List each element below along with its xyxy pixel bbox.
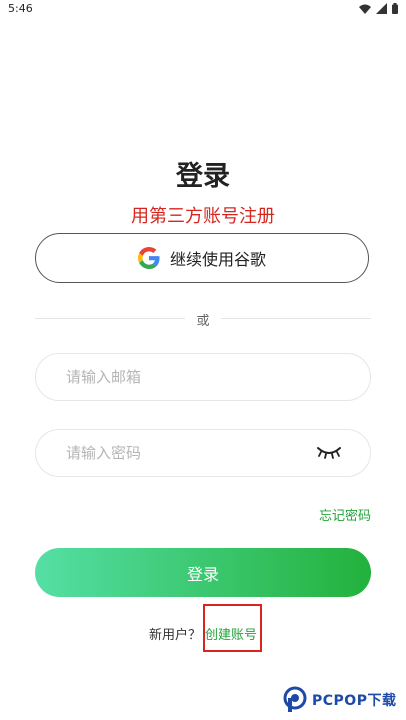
new-user-text: 新用户？ [148,628,201,643]
third-party-signup-annotation: 用第三方账号注册 [131,206,275,227]
status-icons [359,3,398,14]
password-field-container [35,429,371,477]
or-divider: 或 [35,309,371,329]
signal-icon [376,3,387,14]
login-button-label: 登录 [186,564,219,584]
watermark-text: PCPOP下载 [312,693,397,709]
status-bar: 5:46 [0,0,406,18]
email-field-container [35,353,371,401]
password-input[interactable] [66,430,306,476]
google-button-label: 继续使用谷歌 [169,250,266,269]
login-button[interactable]: 登录 [35,548,371,597]
email-input[interactable] [66,354,306,400]
create-account-highlight-box [203,604,262,652]
google-logo-icon [137,247,160,269]
pcpop-logo-icon [283,686,307,712]
forgot-password-link[interactable]: 忘记密码 [319,505,371,524]
eye-closed-icon[interactable] [316,445,342,461]
divider-text: 或 [196,314,210,329]
watermark: PCPOP下载 [282,682,406,718]
divider-line-right [221,318,371,319]
battery-icon [392,3,398,14]
wifi-icon [359,4,371,14]
status-time: 5:46 [8,2,33,15]
page-title: 登录 [176,161,230,192]
google-signin-button[interactable]: 继续使用谷歌 [35,233,369,283]
